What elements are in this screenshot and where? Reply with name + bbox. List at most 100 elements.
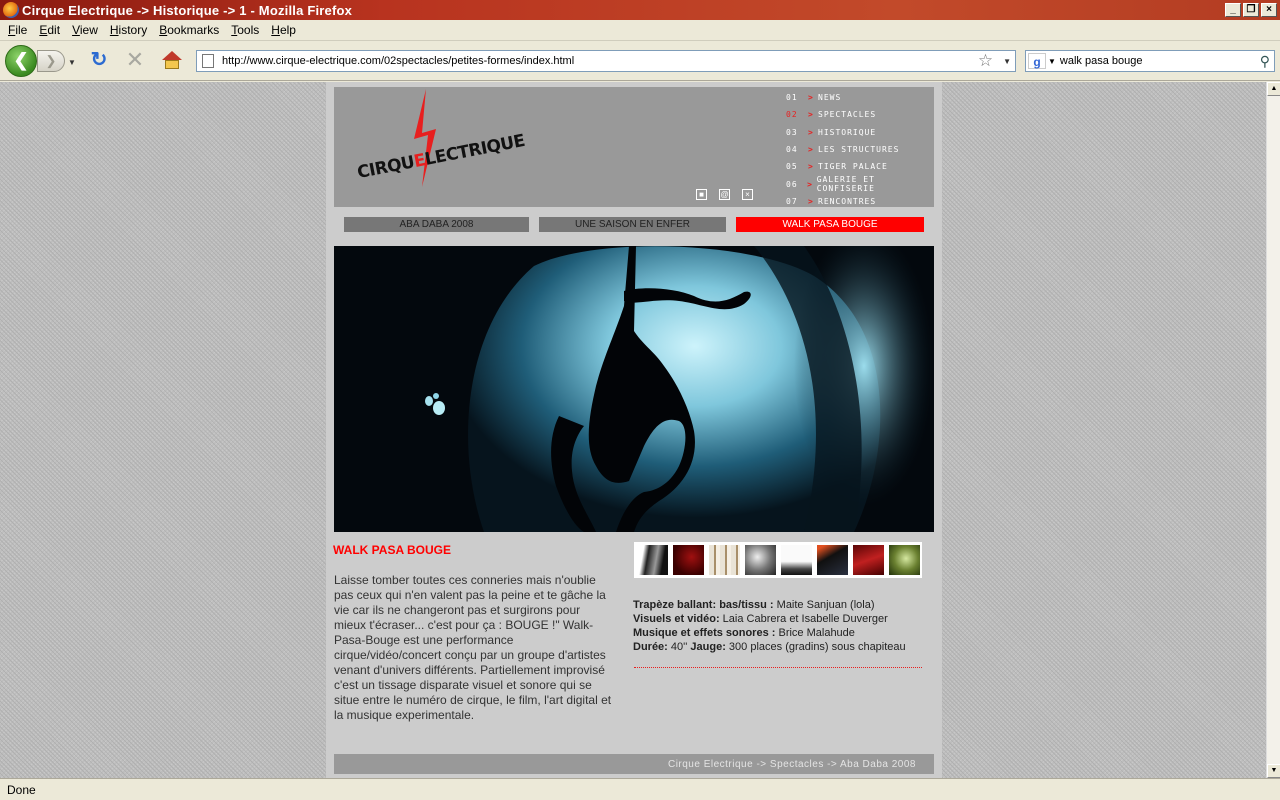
nav-label: RENCONTRES: [818, 196, 877, 206]
nav-label: SPECTACLES: [818, 110, 877, 120]
thumbnail-4[interactable]: [745, 545, 776, 575]
scroll-down-icon[interactable]: ▼: [1267, 764, 1280, 778]
home-button[interactable]: [160, 49, 184, 71]
thumbnail-2[interactable]: [673, 545, 704, 575]
credit-line: Visuels et vidéo: Laia Cabrera et Isabel…: [633, 612, 933, 626]
thumbnail-strip: [634, 542, 922, 578]
close-button[interactable]: ×: [1261, 3, 1277, 17]
nav-number: 03: [786, 127, 798, 137]
credit-label: Visuels et vidéo:: [633, 613, 720, 625]
site-header: CIRQUELECTRIQUE ■ @ × 01 > NEWS 02 > SPECTACL…: [334, 87, 934, 207]
thumbnail-1[interactable]: [637, 545, 668, 575]
nav-arrow-icon: >: [808, 196, 814, 206]
thumbnail-3[interactable]: [709, 545, 740, 575]
show-description: Laisse tomber toutes ces conneries mais …: [334, 573, 612, 722]
address-bar[interactable]: http://www.cirque-electrique.com/02spect…: [196, 50, 1016, 72]
credit-value: Laia Cabrera et Isabelle Duverger: [719, 613, 888, 625]
breadcrumb-footer: Cirque Electrique -> Spectacles -> Aba D…: [334, 754, 934, 774]
nav-arrow-icon: >: [808, 110, 814, 120]
firefox-icon: [3, 2, 19, 18]
url-dropdown-icon[interactable]: ▼: [1003, 57, 1011, 66]
page-icon: [202, 54, 214, 68]
site-logo[interactable]: CIRQUELECTRIQUE: [354, 87, 526, 207]
menu-history[interactable]: History: [104, 23, 153, 37]
nav-arrow-icon: >: [808, 162, 814, 172]
nav-label: GALERIE ET CONFISERIE: [816, 175, 875, 194]
search-icon[interactable]: ⚲: [1260, 53, 1270, 70]
thumbnail-5[interactable]: [781, 545, 812, 575]
status-bar: Done: [0, 778, 1280, 800]
credit-value: 300 places (gradins) sous chapiteau: [725, 641, 906, 653]
nav-number: 02: [786, 110, 798, 120]
tab-walk-pasa-bouge[interactable]: WALK PASA BOUGE: [736, 217, 924, 232]
search-input[interactable]: walk pasa bouge: [1060, 55, 1260, 67]
site-nav-item-les-structures[interactable]: 04 > LES STRUCTURES: [786, 141, 934, 158]
credit-line: Musique et effets sonores : Brice Malahu…: [633, 626, 933, 640]
nav-number: 05: [786, 162, 798, 172]
nav-number: 04: [786, 145, 798, 155]
content-viewport: CIRQUELECTRIQUE ■ @ × 01 > NEWS 02 > SPECTACL…: [0, 82, 1266, 778]
credit-label: Durée:: [633, 641, 668, 653]
nav-arrow-icon: >: [807, 179, 813, 189]
search-engine-dropdown-icon[interactable]: ▼: [1048, 57, 1056, 66]
site-page: CIRQUELECTRIQUE ■ @ × 01 > NEWS 02 > SPECTACL…: [326, 82, 942, 778]
contact-square-icon[interactable]: ×: [742, 189, 753, 200]
header-icons: ■ @ ×: [696, 189, 753, 200]
menu-help[interactable]: Help: [265, 23, 302, 37]
performer-silhouette-image: [334, 246, 934, 532]
menu-bar: File Edit View History Bookmarks Tools H…: [0, 20, 1280, 41]
site-nav-item-news[interactable]: 01 > NEWS: [786, 89, 934, 106]
search-bar[interactable]: g ▼ walk pasa bouge ⚲: [1025, 50, 1275, 72]
hero-image: [334, 246, 934, 532]
restore-button[interactable]: ❐: [1243, 3, 1259, 17]
nav-label: TIGER PALACE: [818, 162, 888, 172]
minimize-button[interactable]: _: [1225, 3, 1241, 17]
scroll-up-icon[interactable]: ▲: [1267, 82, 1280, 96]
google-icon[interactable]: g: [1028, 53, 1046, 69]
site-nav-item-historique[interactable]: 03 > HISTORIQUE: [786, 124, 934, 141]
credit-value: Brice Malahude: [775, 627, 855, 639]
reload-button[interactable]: ↻: [88, 49, 110, 71]
nav-arrow-icon: >: [808, 145, 814, 155]
nav-arrow-icon: >: [808, 93, 814, 103]
window-title: Cirque Electrique -> Historique -> 1 - M…: [22, 2, 353, 18]
nav-label: LES STRUCTURES: [818, 145, 900, 155]
bookmark-star-icon[interactable]: ☆: [978, 51, 993, 71]
menu-view[interactable]: View: [66, 23, 104, 37]
nav-number: 07: [786, 196, 798, 206]
mail-square-icon[interactable]: @: [719, 189, 730, 200]
history-dropdown-icon[interactable]: ▼: [68, 58, 76, 67]
thumbnail-7[interactable]: [853, 545, 884, 575]
menu-tools[interactable]: Tools: [225, 23, 265, 37]
forward-button[interactable]: ❯: [37, 50, 65, 72]
credit-label: Musique et effets sonores :: [633, 627, 776, 639]
back-button[interactable]: ❮: [5, 45, 37, 77]
nav-label: HISTORIQUE: [818, 127, 877, 137]
tab-aba-daba-2008[interactable]: ABA DABA 2008: [344, 217, 529, 232]
nav-arrow-icon: >: [808, 127, 814, 137]
tab-une-saison-en-enfer[interactable]: UNE SAISON EN ENFER: [539, 217, 726, 232]
credit-label: Trapèze ballant: bas/tissu :: [633, 599, 774, 611]
credit-line: Trapèze ballant: bas/tissu : Maite Sanju…: [633, 598, 933, 612]
thumbnail-6[interactable]: [817, 545, 848, 575]
site-nav-item-galerie-et-confiserie[interactable]: 06 > GALERIE ET CONFISERIE: [786, 175, 934, 194]
window-title-bar: Cirque Electrique -> Historique -> 1 - M…: [0, 0, 1280, 20]
site-nav-item-rencontres[interactable]: 07 > RENCONTRES: [786, 193, 934, 210]
back-arrow-icon: ❮: [13, 50, 29, 70]
dotted-divider: [634, 667, 922, 668]
url-input[interactable]: http://www.cirque-electrique.com/02spect…: [222, 55, 978, 67]
show-credits: Trapèze ballant: bas/tissu : Maite Sanju…: [633, 598, 933, 654]
site-nav-item-spectacles[interactable]: 02 > SPECTACLES: [786, 106, 934, 123]
menu-bookmarks[interactable]: Bookmarks: [153, 23, 225, 37]
site-nav-item-tiger-palace[interactable]: 05 > TIGER PALACE: [786, 158, 934, 175]
vertical-scrollbar[interactable]: ▲ ▼: [1266, 82, 1280, 778]
stop-button[interactable]: ✕: [124, 49, 146, 71]
menu-file[interactable]: File: [2, 23, 33, 37]
home-icon-body: [165, 60, 179, 69]
menu-edit[interactable]: Edit: [33, 23, 66, 37]
thumbnail-8[interactable]: [889, 545, 920, 575]
credit-value: Maite Sanjuan (lola): [773, 599, 875, 611]
credit-value: 40'': [667, 641, 691, 653]
credit-label: Jauge:: [690, 641, 726, 653]
home-square-icon[interactable]: ■: [696, 189, 707, 200]
